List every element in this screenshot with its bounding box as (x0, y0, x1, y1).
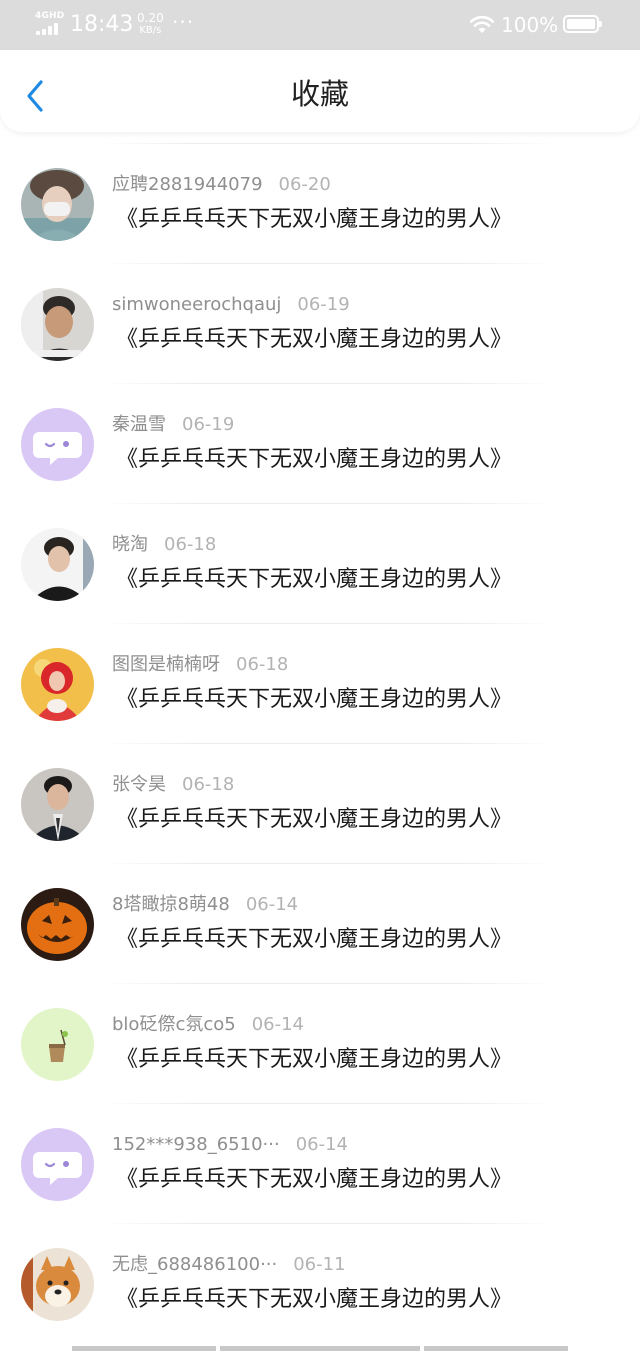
item-date: 06-18 (236, 654, 289, 675)
row-divider (104, 983, 552, 984)
network-speed: 0.20 KB/s (137, 11, 164, 37)
item-meta: 8塔瞰掠8萌48 06-14 (112, 893, 298, 917)
avatar-photo-guy (21, 288, 94, 361)
username[interactable]: 秦温雪 (112, 414, 166, 435)
item-meta: 张令昊 06-18 (112, 773, 234, 797)
more-notifications-icon: ··· (172, 10, 195, 34)
signal-icon: 4GHD (34, 11, 65, 36)
item-date: 06-14 (245, 894, 299, 915)
network-speed-unit: KB/s (139, 25, 162, 36)
list-item[interactable]: 8塔瞰掠8萌48 06-14 《乒乒乓乓天下无双小魔王身边的男人》 (0, 863, 640, 984)
item-date: 06-18 (182, 774, 235, 795)
list-item[interactable]: blo砭傺c氛co5 06-14 《乒乒乓乓天下无双小魔王身边的男人》 (0, 983, 640, 1104)
list-item[interactable]: 应聘2881944079 06-20 《乒乒乓乓天下无双小魔王身边的男人》 (0, 143, 640, 264)
avatar[interactable] (21, 1128, 94, 1201)
list-item[interactable]: 无虑_688486100··· 06-11 《乒乒乓乓天下无双小魔王身边的男人》 (0, 1223, 640, 1344)
row-divider (104, 863, 552, 864)
status-bar: 4GHD 18:43 0.20 KB/s ··· 100% (0, 0, 640, 50)
network-speed-value: 0.20 (137, 11, 164, 25)
page-title: 收藏 (290, 77, 349, 111)
avatar-photo-shiba-dog (21, 1248, 94, 1321)
favorites-list: 应聘2881944079 06-20 《乒乒乓乓天下无双小魔王身边的男人》 sim… (0, 143, 640, 1344)
item-meta: 无虑_688486100··· 06-11 (112, 1253, 346, 1277)
post-title[interactable]: 《乒乒乓乓天下无双小魔王身边的男人》 (116, 684, 512, 716)
item-meta: 秦温雪 06-19 (112, 413, 234, 437)
drink-icon (21, 1008, 94, 1081)
username[interactable]: 152***938_6510··· (112, 1134, 280, 1155)
row-divider (104, 743, 552, 744)
avatar[interactable] (21, 1248, 94, 1321)
list-item[interactable]: 晓淘 06-18 《乒乒乓乓天下无双小魔王身边的男人》 (0, 503, 640, 624)
row-divider (104, 503, 552, 504)
item-date: 06-20 (278, 174, 331, 195)
row-divider (104, 1103, 552, 1104)
avatar-photo-pumpkin (21, 888, 94, 961)
list-item[interactable]: 张令昊 06-18 《乒乒乓乓天下无双小魔王身边的男人》 (0, 743, 640, 864)
list-item[interactable]: simwoneerochqauj 06-19 《乒乒乓乓天下无双小魔王身边的男人》 (0, 263, 640, 384)
row-divider (104, 623, 552, 624)
row-divider (104, 263, 552, 264)
username[interactable]: 8塔瞰掠8萌48 (112, 894, 230, 915)
username[interactable]: blo砭傺c氛co5 (112, 1014, 236, 1035)
list-item[interactable]: 图图是楠楠呀 06-18 《乒乒乓乓天下无双小魔王身边的男人》 (0, 623, 640, 744)
row-divider (104, 383, 552, 384)
post-title[interactable]: 《乒乒乓乓天下无双小魔王身边的男人》 (116, 564, 512, 596)
post-title[interactable]: 《乒乒乓乓天下无双小魔王身边的男人》 (116, 444, 512, 476)
avatar-photo-young-man (21, 528, 94, 601)
avatar[interactable] (21, 1008, 94, 1081)
avatar[interactable] (21, 888, 94, 961)
item-date: 06-14 (295, 1134, 348, 1155)
post-title[interactable]: 《乒乒乓乓天下无双小魔王身边的男人》 (116, 324, 512, 356)
post-title[interactable]: 《乒乒乓乓天下无双小魔王身边的男人》 (116, 1044, 512, 1076)
item-meta: simwoneerochqauj 06-19 (112, 293, 350, 317)
chat-bubble-icon (21, 408, 94, 481)
username[interactable]: 晓淘 (112, 534, 148, 555)
post-title[interactable]: 《乒乒乓乓天下无双小魔王身边的男人》 (116, 1164, 512, 1196)
item-meta: 应聘2881944079 06-20 (112, 173, 331, 197)
item-meta: 晓淘 06-18 (112, 533, 216, 557)
username[interactable]: simwoneerochqauj (112, 294, 281, 315)
avatar[interactable] (21, 528, 94, 601)
list-item[interactable]: 秦温雪 06-19 《乒乒乓乓天下无双小魔王身边的男人》 (0, 383, 640, 504)
status-time: 18:43 (70, 12, 134, 37)
row-divider (104, 1223, 552, 1224)
bottom-edge (0, 1346, 640, 1351)
avatar-photo-man-suit (21, 768, 94, 841)
avatar[interactable] (21, 408, 94, 481)
network-type-label: 4GHD (35, 11, 65, 21)
item-meta: blo砭傺c氛co5 06-14 (112, 1013, 304, 1037)
chat-bubble-icon (21, 1128, 94, 1201)
post-title[interactable]: 《乒乒乓乓天下无双小魔王身边的男人》 (116, 1284, 512, 1316)
username[interactable]: 张令昊 (112, 774, 166, 795)
battery-percentage: 100% (501, 13, 559, 37)
avatar[interactable] (21, 768, 94, 841)
item-meta: 图图是楠楠呀 06-18 (112, 653, 288, 677)
username[interactable]: 无虑_688486100··· (112, 1254, 277, 1275)
avatar-photo-girl-mask (21, 168, 94, 241)
post-title[interactable]: 《乒乒乓乓天下无双小魔王身边的男人》 (116, 924, 512, 956)
header: 收藏 (0, 50, 640, 132)
post-title[interactable]: 《乒乒乓乓天下无双小魔王身边的男人》 (116, 204, 512, 236)
avatar[interactable] (21, 288, 94, 361)
list-item[interactable]: 152***938_6510··· 06-14 《乒乒乓乓天下无双小魔王身边的男人… (0, 1103, 640, 1224)
avatar[interactable] (21, 168, 94, 241)
username[interactable]: 图图是楠楠呀 (112, 654, 220, 675)
avatar[interactable] (21, 648, 94, 721)
wifi-icon (469, 15, 495, 33)
row-divider (104, 143, 552, 144)
item-date: 06-19 (182, 414, 235, 435)
item-date: 06-11 (293, 1254, 346, 1275)
battery-icon (563, 15, 602, 33)
username[interactable]: 应聘2881944079 (112, 174, 263, 195)
item-date: 06-18 (164, 534, 217, 555)
item-meta: 152***938_6510··· 06-14 (112, 1133, 348, 1157)
post-title[interactable]: 《乒乒乓乓天下无双小魔王身边的男人》 (116, 804, 512, 836)
item-date: 06-19 (297, 294, 350, 315)
avatar-photo-red-girl (21, 648, 94, 721)
item-date: 06-14 (251, 1014, 305, 1035)
